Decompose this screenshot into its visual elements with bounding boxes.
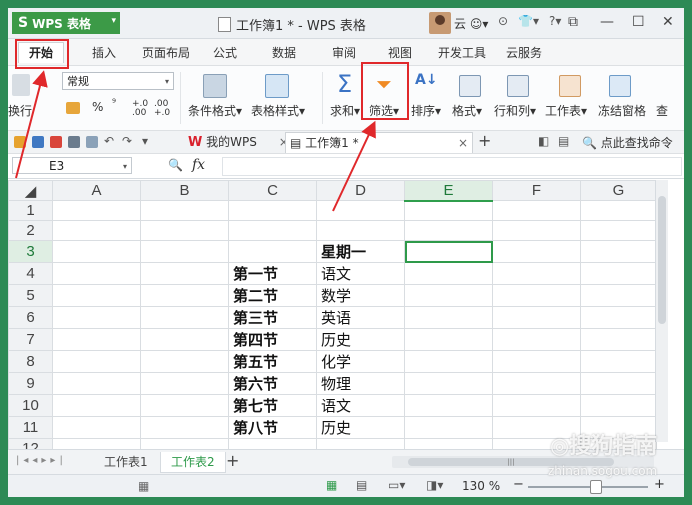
arrow-to-filter-button <box>332 120 376 212</box>
arrow-to-home-tab <box>15 70 48 179</box>
annotation-arrows <box>15 70 376 212</box>
